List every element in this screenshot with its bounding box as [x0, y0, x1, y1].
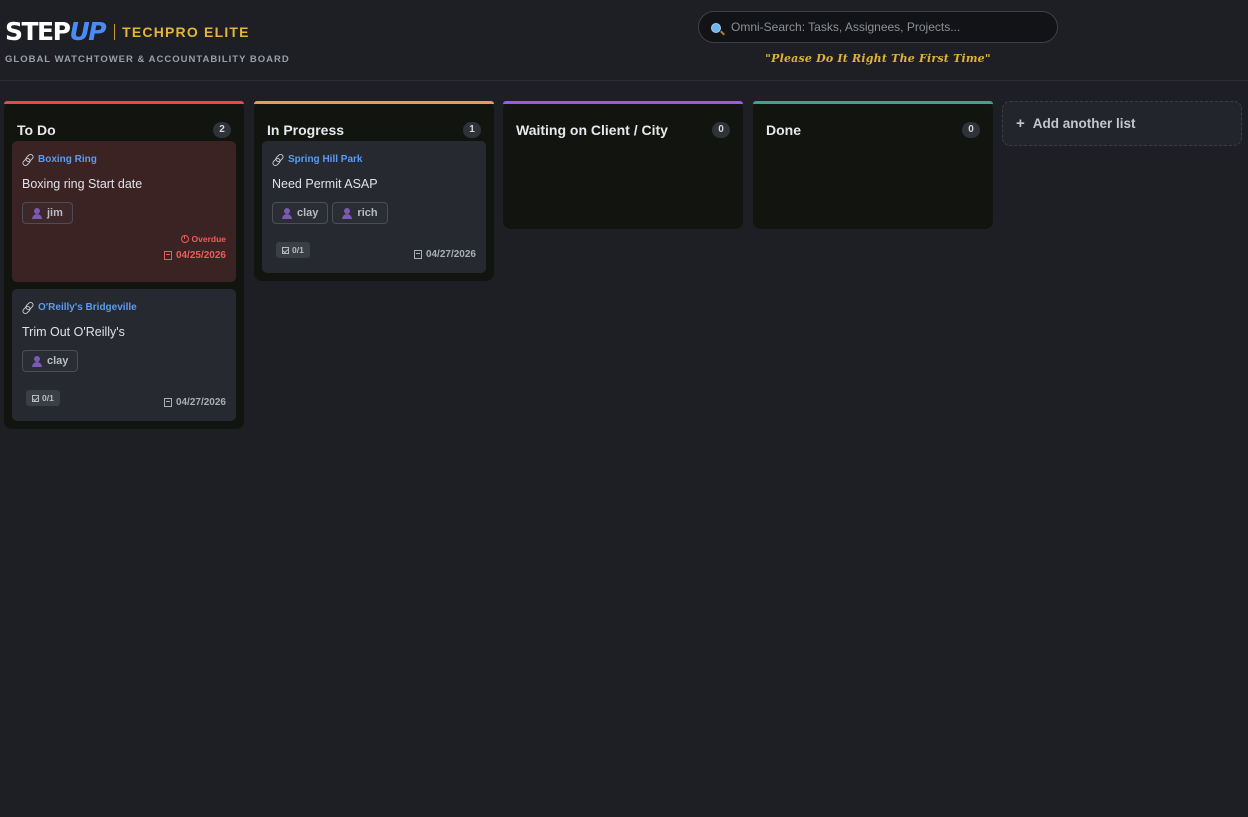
checklist-badge: 0/1: [26, 390, 60, 406]
search-icon: [711, 23, 725, 37]
logo: STEPUP: [5, 17, 107, 46]
due-info: Overdue 04/25/2026: [22, 234, 226, 261]
column-title: To Do: [17, 121, 56, 138]
add-list-button[interactable]: + Add another list: [1002, 101, 1242, 146]
user-icon: [342, 207, 353, 219]
task-card[interactable]: Boxing Ring Boxing ring Start date jim O…: [12, 141, 236, 282]
card-title: Need Permit ASAP: [272, 177, 378, 191]
link-icon: [22, 302, 33, 313]
card-title: Boxing ring Start date: [22, 177, 143, 191]
calendar-icon: [163, 398, 172, 407]
assignee-chip[interactable]: clay: [272, 202, 329, 224]
brand-subtitle: TECHPRO ELITE: [122, 24, 250, 40]
card-footer: 0/1 04/27/2026: [22, 386, 226, 408]
link-icon: [272, 154, 283, 165]
assignee-list: jim: [22, 202, 226, 224]
card-title: Trim Out O'Reilly's: [22, 325, 125, 339]
assignee-list: clay: [22, 350, 226, 372]
column-header[interactable]: To Do 2: [12, 109, 236, 141]
user-icon: [32, 355, 42, 367]
column-count: 0: [962, 121, 980, 138]
assignee-list: clay rich: [272, 202, 476, 224]
search-input[interactable]: [731, 20, 1051, 34]
alarm-clock-icon: [180, 235, 189, 243]
overdue-badge: Overdue: [180, 234, 226, 244]
app-header: STEPUP TECHPRO ELITE GLOBAL WATCHTOWER &…: [0, 0, 1248, 81]
task-card[interactable]: O'Reilly's Bridgeville Trim Out O'Reilly…: [12, 289, 236, 421]
card-project-link[interactable]: Spring Hill Park: [272, 152, 476, 166]
column-count: 2: [213, 121, 231, 138]
column-in-progress: In Progress 1 Spring Hill Park Need Perm…: [254, 101, 494, 281]
column-count: 1: [463, 121, 481, 138]
card-footer: 0/1 04/27/2026: [272, 238, 476, 260]
checklist-badge: 0/1: [276, 242, 310, 258]
column-count: 0: [712, 121, 730, 138]
due-date: 04/27/2026: [413, 249, 476, 260]
plus-icon: +: [1016, 115, 1025, 132]
column-header[interactable]: Done 0: [761, 109, 985, 141]
link-icon: [22, 154, 33, 165]
user-icon: [32, 207, 42, 219]
checkbox-icon: [282, 246, 289, 254]
due-date: 04/25/2026: [163, 250, 226, 261]
assignee-chip[interactable]: clay: [22, 350, 79, 372]
task-card[interactable]: Spring Hill Park Need Permit ASAP clay r…: [262, 141, 486, 273]
column-header[interactable]: In Progress 1: [262, 109, 486, 141]
column-title: Done: [766, 121, 801, 138]
board-tagline: GLOBAL WATCHTOWER & ACCOUNTABILITY BOARD: [5, 54, 290, 65]
column-header[interactable]: Waiting on Client / City 0: [511, 109, 735, 141]
calendar-icon: [413, 250, 422, 259]
assignee-chip[interactable]: jim: [22, 202, 73, 224]
column-title: Waiting on Client / City: [516, 121, 668, 138]
motto: "Please Do It Right The First Time": [765, 52, 991, 65]
column-todo: To Do 2 Boxing Ring Boxing ring Start da…: [4, 101, 244, 429]
column-title: In Progress: [267, 121, 345, 138]
card-project-link[interactable]: Boxing Ring: [22, 152, 226, 166]
column-done: Done 0: [753, 101, 993, 229]
card-project-link[interactable]: O'Reilly's Bridgeville: [22, 300, 226, 314]
brand[interactable]: STEPUP TECHPRO ELITE: [5, 17, 250, 47]
column-waiting: Waiting on Client / City 0: [503, 101, 743, 229]
due-date: 04/27/2026: [163, 397, 226, 408]
user-icon: [282, 207, 292, 219]
omni-search[interactable]: [698, 11, 1058, 43]
checkbox-icon: [32, 394, 39, 402]
calendar-icon: [163, 251, 172, 260]
logo-divider: [114, 24, 116, 40]
assignee-chip[interactable]: rich: [332, 202, 388, 224]
